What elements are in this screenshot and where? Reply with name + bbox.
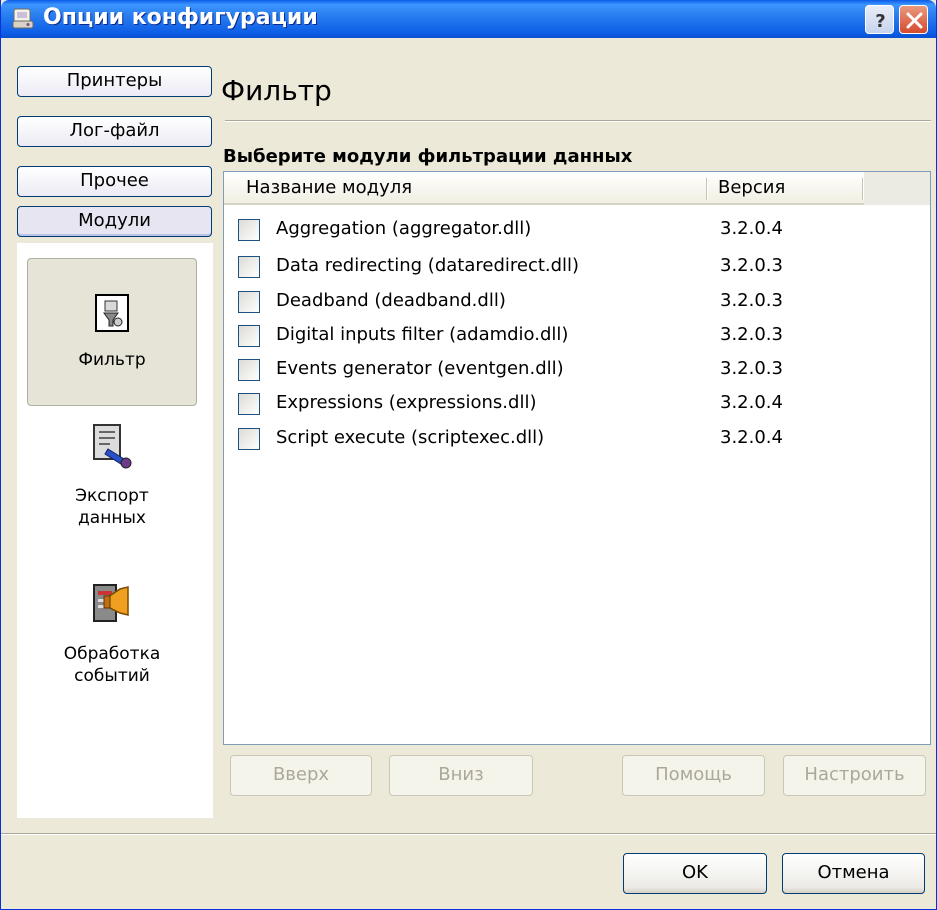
module-checkbox[interactable] [238,393,260,415]
nav-button-modules[interactable]: Модули [17,206,212,237]
table-row[interactable]: Data redirecting (dataredirect.dll) 3.2.… [224,253,930,282]
page-title: Фильтр [221,74,332,107]
module-version: 3.2.0.4 [720,218,783,239]
module-version: 3.2.0.3 [720,358,783,379]
nav-item-filter[interactable]: Фильтр [27,258,197,406]
module-name: Digital inputs filter (adamdio.dll) [276,324,569,345]
help-button[interactable]: Помощь [622,755,765,796]
nav-item-event-processing-label-1: Обработка [63,644,161,664]
svg-text:?: ? [875,11,885,32]
nav-item-data-export-label-2: данных [78,508,146,528]
module-version: 3.2.0.4 [720,427,783,448]
config-options-window: Опции конфигурации ? Принтеры Лог-файл П… [0,0,937,910]
filter-module-icon [95,294,129,332]
table-row[interactable]: Expressions (expressions.dll) 3.2.0.4 [224,390,930,419]
module-name: Script execute (scriptexec.dll) [276,427,545,448]
event-processing-icon [93,584,129,622]
window-title: Опции конфигурации [43,5,318,30]
module-version: 3.2.0.4 [720,392,783,413]
move-down-button[interactable]: Вниз [389,755,533,796]
nav-item-filter-label: Фильтр [78,350,146,370]
move-up-button[interactable]: Вверх [230,755,372,796]
table-row[interactable]: Events generator (eventgen.dll) 3.2.0.3 [224,356,930,385]
heading-divider [225,120,931,122]
table-row[interactable]: Script execute (scriptexec.dll) 3.2.0.4 [224,425,930,454]
module-list[interactable]: Название модуля Версия Aggregation (aggr… [223,171,931,745]
module-version: 3.2.0.3 [720,255,783,276]
column-header-version[interactable]: Версия [718,177,785,198]
module-checkbox[interactable] [238,428,260,450]
module-checkbox[interactable] [238,256,260,278]
question-icon: ? [875,11,885,32]
nav-item-event-processing[interactable]: Обработка событий [27,581,197,687]
module-version: 3.2.0.3 [720,290,783,311]
list-caption: Выберите модули фильтрации данных [223,146,633,167]
nav-item-event-processing-label-2: событий [74,666,150,686]
nav-item-data-export[interactable]: Экспорт данных [27,423,197,529]
module-name: Data redirecting (dataredirect.dll) [276,255,580,276]
nav-button-log-file[interactable]: Лог-файл [17,116,212,147]
module-checkbox[interactable] [238,291,260,313]
nav-item-data-export-label-1: Экспорт [75,486,149,506]
column-header-name[interactable]: Название модуля [246,177,412,198]
list-header: Название модуля Версия [224,172,930,205]
module-checkbox[interactable] [238,219,260,241]
table-row[interactable]: Deadband (deadband.dll) 3.2.0.3 [224,288,930,317]
module-name: Expressions (expressions.dll) [276,392,537,413]
module-checkbox[interactable] [238,359,260,381]
cancel-button[interactable]: Отмена [782,853,925,894]
help-title-button[interactable]: ? [865,5,894,34]
module-name: Deadband (deadband.dll) [276,290,506,311]
column-separator[interactable] [706,178,708,200]
module-version: 3.2.0.3 [720,324,783,345]
footer-divider [1,833,936,835]
module-name: Aggregation (aggregator.dll) [276,218,532,239]
nav-button-other[interactable]: Прочее [17,166,212,197]
title-bar[interactable]: Опции конфигурации ? [1,0,936,38]
close-icon [906,12,923,29]
module-name: Events generator (eventgen.dll) [276,358,564,379]
module-panel: Фильтр Экспорт данных Обработка событий [17,243,213,818]
table-row[interactable]: Digital inputs filter (adamdio.dll) 3.2.… [224,322,930,351]
data-export-icon [93,424,132,469]
configure-button[interactable]: Настроить [783,755,926,796]
list-header-filler [864,172,930,205]
app-icon [12,8,34,29]
ok-button[interactable]: OK [623,853,767,894]
table-row[interactable]: Aggregation (aggregator.dll) 3.2.0.4 [224,216,930,245]
close-button[interactable] [899,5,928,34]
nav-button-printers[interactable]: Принтеры [17,66,212,97]
module-checkbox[interactable] [238,325,260,347]
